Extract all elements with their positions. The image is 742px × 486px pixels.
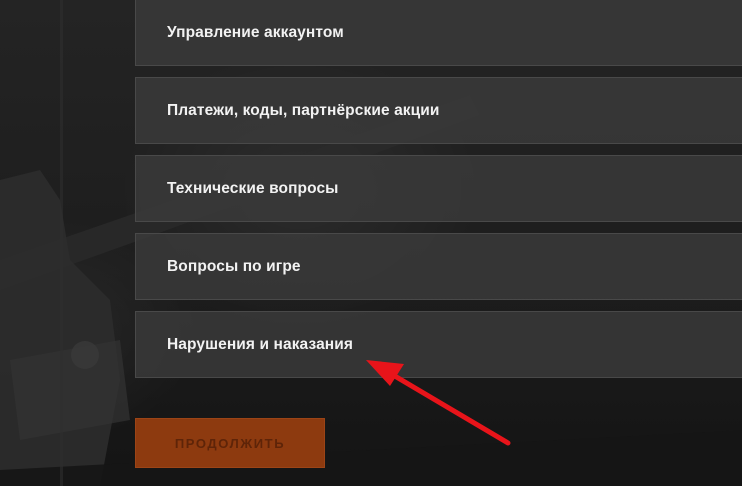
topic-option-violations[interactable]: Нарушения и наказания	[135, 311, 742, 378]
topic-label: Технические вопросы	[167, 179, 339, 197]
topic-label: Платежи, коды, партнёрские акции	[167, 101, 440, 119]
continue-button-label: ПРОДОЛЖИТЬ	[174, 435, 286, 451]
continue-button[interactable]: ПРОДОЛЖИТЬ	[135, 418, 325, 468]
topic-option-account[interactable]: Управление аккаунтом	[135, 0, 742, 66]
topic-option-game[interactable]: Вопросы по игре	[135, 233, 742, 300]
topic-list: Управление аккаунтом Платежи, коды, парт…	[135, 0, 742, 389]
topic-label: Вопросы по игре	[167, 257, 301, 275]
topic-label: Нарушения и наказания	[167, 335, 354, 353]
topic-option-technical[interactable]: Технические вопросы	[135, 155, 742, 222]
topic-option-payments[interactable]: Платежи, коды, партнёрские акции	[135, 77, 742, 144]
topic-label: Управление аккаунтом	[167, 23, 344, 41]
support-page: Управление аккаунтом Платежи, коды, парт…	[0, 0, 742, 486]
